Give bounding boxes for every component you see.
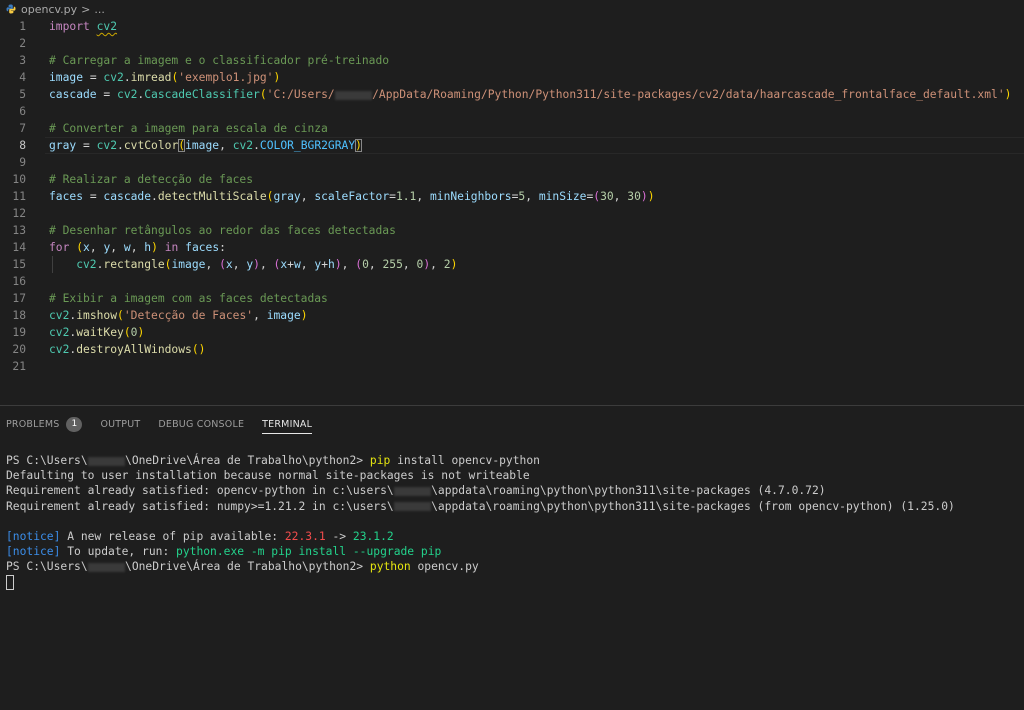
token: cv2: [96, 20, 118, 33]
token: import: [49, 20, 90, 33]
terminal-line: PS C:\Users\ \OneDrive\Área de Trabalho\p…: [6, 560, 479, 574]
line-number: 3: [19, 54, 26, 67]
code-comment: # Exibir a imagem com as faces detectada…: [49, 292, 328, 305]
problems-count-badge: 1: [66, 416, 83, 432]
bottom-panel: PROBLEMS 1 OUTPUT DEBUG CONSOLE TERMINAL …: [0, 405, 1024, 710]
code-comment: # Desenhar retângulos ao redor das faces…: [49, 224, 396, 237]
line-number: 12: [12, 207, 26, 220]
code-line: 2: [0, 35, 1024, 52]
code-line: 9: [0, 154, 1024, 171]
redacted-username: [334, 90, 373, 100]
terminal-line: PS C:\Users\ \OneDrive\Área de Trabalho\p…: [6, 454, 540, 467]
tab-terminal[interactable]: TERMINAL: [262, 406, 312, 442]
line-number: 9: [19, 156, 26, 169]
code-line: 12: [0, 205, 1024, 222]
code-line: 1 import cv2: [0, 18, 1024, 35]
line-number: 21: [12, 360, 26, 373]
line-number: 7: [19, 122, 26, 135]
breadcrumb-file[interactable]: opencv.py: [21, 3, 77, 16]
terminal-cursor: [6, 575, 14, 590]
line-number: 6: [19, 105, 26, 118]
terminal-line: Defaulting to user installation because …: [6, 469, 530, 483]
redacted-username: [393, 486, 432, 496]
code-editor[interactable]: 1 import cv2 2 3 # Carregar a imagem e o c…: [0, 18, 1024, 378]
code-line: 18 cv2.imshow('Detecção de Faces', image): [0, 307, 1024, 324]
matching-bracket: ): [355, 139, 362, 152]
terminal-line: Requirement already satisfied: opencv-py…: [6, 484, 826, 498]
tab-problems[interactable]: PROBLEMS 1: [6, 406, 83, 442]
redacted-username: [393, 502, 432, 512]
code-line: 7 # Converter a imagem para escala de cin…: [0, 120, 1024, 137]
terminal-line: [notice] To update, run: python.exe -m p…: [6, 545, 442, 559]
code-line: 20 cv2.destroyAllWindows(): [0, 341, 1024, 358]
tab-terminal-label: TERMINAL: [262, 418, 313, 430]
tab-problems-label: PROBLEMS: [6, 418, 60, 430]
tab-output-label: OUTPUT: [100, 418, 141, 430]
terminal-output[interactable]: PS C:\Users\ \OneDrive\Área de Trabalho\p…: [6, 453, 955, 590]
code-line: 16: [0, 273, 1024, 290]
redacted-username: [87, 456, 126, 466]
line-number: 18: [12, 309, 26, 322]
python-file-icon: [6, 4, 16, 14]
line-number: 8: [19, 139, 26, 152]
breadcrumb: opencv.py > ...: [0, 0, 1024, 18]
breadcrumb-more[interactable]: ...: [94, 3, 105, 16]
code-comment: # Realizar a detecção de faces: [49, 173, 254, 186]
line-number: 10: [12, 173, 26, 186]
code-line: 19 cv2.waitKey(0): [0, 324, 1024, 341]
redacted-username: [87, 562, 126, 572]
panel-tabs: PROBLEMS 1 OUTPUT DEBUG CONSOLE TERMINAL: [0, 406, 1024, 442]
tab-debug-console-label: DEBUG CONSOLE: [158, 418, 245, 430]
tab-debug-console[interactable]: DEBUG CONSOLE: [158, 406, 244, 442]
line-number: 2: [19, 37, 26, 50]
code-line: 13 # Desenhar retângulos ao redor das fac…: [0, 222, 1024, 239]
code-line: 4 image = cv2.imread('exemplo1.jpg'): [0, 69, 1024, 86]
code-line: 15 cv2.rectangle(image, (x, y), (x+w, y+h…: [0, 256, 1024, 273]
code-comment: # Carregar a imagem e o classificador pr…: [49, 54, 390, 67]
code-line: 6: [0, 103, 1024, 120]
line-number: 1: [19, 20, 26, 33]
code-line: 5 cascade = cv2.CascadeClassifier('C:/Use…: [0, 86, 1024, 103]
code-line: 10 # Realizar a detecção de faces: [0, 171, 1024, 188]
code-line: 14 for (x, y, w, h) in faces:: [0, 239, 1024, 256]
code-line: 11 faces = cascade.detectMultiScale(gray,…: [0, 188, 1024, 205]
line-number: 16: [12, 275, 26, 288]
terminal-line: [6, 575, 955, 590]
line-number: 11: [12, 190, 26, 203]
line-number: 15: [12, 258, 26, 271]
terminal-line: Requirement already satisfied: numpy>=1.…: [6, 499, 955, 513]
terminal-line: [notice] A new release of pip available:…: [6, 529, 394, 543]
code-line: 17 # Exibir a imagem com as faces detecta…: [0, 290, 1024, 307]
code-line: 21: [0, 358, 1024, 375]
line-number: 20: [12, 343, 26, 356]
line-number: 14: [12, 241, 26, 254]
code-comment: # Converter a imagem para escala de cinz…: [49, 122, 328, 135]
tab-output[interactable]: OUTPUT: [100, 406, 140, 442]
line-number: 5: [19, 88, 26, 101]
line-number: 19: [12, 326, 26, 339]
code-line-active: 8 gray = cv2.cvtColor(image, cv2.COLOR_BG…: [0, 137, 1024, 154]
breadcrumb-separator: >: [81, 2, 91, 16]
line-number: 4: [19, 71, 26, 84]
line-number: 13: [12, 224, 26, 237]
code-line: 3 # Carregar a imagem e o classificador p…: [0, 52, 1024, 69]
line-number: 17: [12, 292, 26, 305]
